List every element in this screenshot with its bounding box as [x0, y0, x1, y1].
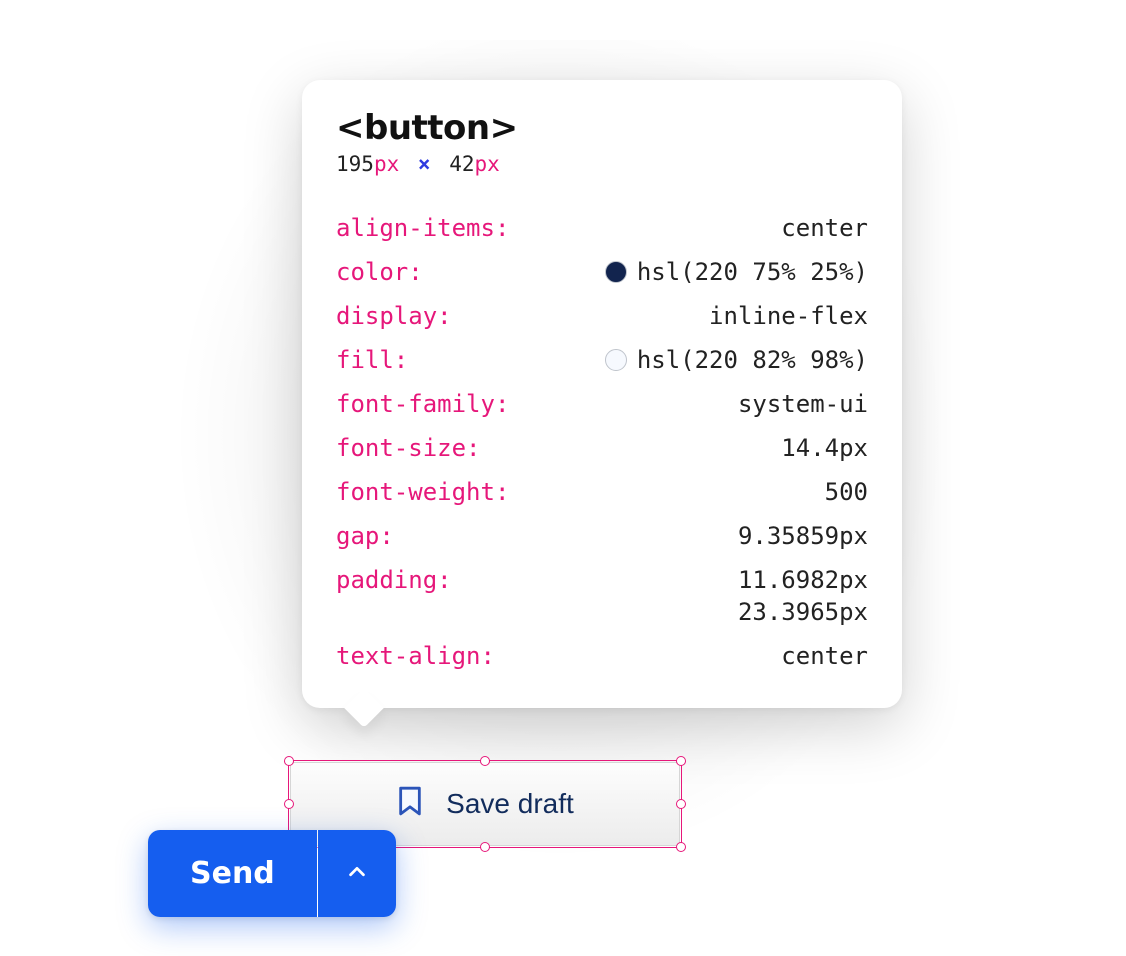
- inspector-property-row: font-family system-ui: [336, 382, 868, 426]
- property-value-line: center: [781, 642, 868, 670]
- property-value-line: hsl(220 82% 98%): [605, 346, 868, 374]
- property-value-line: 11.6982px: [738, 566, 868, 594]
- property-name: text-align: [336, 642, 495, 670]
- property-value-text: inline-flex: [709, 302, 868, 330]
- property-value-text: center: [781, 214, 868, 242]
- inspector-property-row: align-items center: [336, 206, 868, 250]
- property-value: center: [781, 214, 868, 242]
- send-more-options-button[interactable]: [318, 830, 396, 917]
- tooltip-arrow: [344, 688, 384, 728]
- property-value: system-ui: [738, 390, 868, 418]
- property-value-text: 14.4px: [781, 434, 868, 462]
- send-button[interactable]: Send: [148, 830, 317, 917]
- property-value-line: 14.4px: [781, 434, 868, 462]
- save-draft-label: Save draft: [446, 788, 574, 820]
- property-value-text: hsl(220 75% 25%): [637, 258, 868, 286]
- property-value-line: 23.3965px: [738, 598, 868, 626]
- property-value-line: 500: [825, 478, 868, 506]
- inspector-property-row: text-align center: [336, 634, 868, 678]
- css-inspector-tooltip: <button> 195px × 42px align-itemscenterc…: [302, 80, 902, 708]
- inspector-property-row: gap 9.35859px: [336, 514, 868, 558]
- property-value: hsl(220 75% 25%): [605, 258, 868, 286]
- inspector-property-row: font-weight 500: [336, 470, 868, 514]
- property-name: color: [336, 258, 423, 286]
- property-value: hsl(220 82% 98%): [605, 346, 868, 374]
- dimension-width-number: 195: [336, 152, 374, 176]
- property-name: fill: [336, 346, 408, 374]
- property-value: 9.35859px: [738, 522, 868, 550]
- chevron-up-icon: [346, 861, 368, 886]
- property-value: 14.4px: [781, 434, 868, 462]
- color-swatch: [605, 349, 627, 371]
- inspector-header: <button> 195px × 42px: [336, 108, 868, 176]
- property-name: font-weight: [336, 478, 509, 506]
- dimension-width-unit: px: [374, 152, 399, 176]
- inspector-property-row: color hsl(220 75% 25%): [336, 250, 868, 294]
- bookmark-icon: [396, 784, 424, 825]
- property-name: align-items: [336, 214, 509, 242]
- property-value-line: center: [781, 214, 868, 242]
- property-value-text: hsl(220 82% 98%): [637, 346, 868, 374]
- send-button-group: Send: [148, 830, 396, 917]
- inspector-property-row: fill hsl(220 82% 98%): [336, 338, 868, 382]
- property-name: font-family: [336, 390, 509, 418]
- inspector-property-row: padding 11.6982px 23.3965px: [336, 558, 868, 634]
- property-value-text: system-ui: [738, 390, 868, 418]
- property-value: inline-flex: [709, 302, 868, 330]
- property-value: center: [781, 642, 868, 670]
- inspected-element-tag: <button>: [336, 108, 868, 148]
- property-value: 11.6982px 23.3965px: [738, 566, 868, 626]
- property-value-text: 500: [825, 478, 868, 506]
- inspected-element-dimensions: 195px × 42px: [336, 152, 868, 176]
- property-value-text: 11.6982px: [738, 566, 868, 594]
- property-name: font-size: [336, 434, 481, 462]
- property-value-text: 23.3965px: [738, 598, 868, 626]
- property-value: 500: [825, 478, 868, 506]
- inspector-properties-list: align-items center color hsl(220 75% 25%) di…: [336, 206, 868, 678]
- color-swatch: [605, 261, 627, 283]
- property-name: display: [336, 302, 452, 330]
- property-name: padding: [336, 566, 452, 594]
- property-value-line: hsl(220 75% 25%): [605, 258, 868, 286]
- property-value-line: 9.35859px: [738, 522, 868, 550]
- dimension-height-unit: px: [475, 152, 500, 176]
- inspector-property-row: font-size 14.4px: [336, 426, 868, 470]
- property-value-text: 9.35859px: [738, 522, 868, 550]
- property-value-line: system-ui: [738, 390, 868, 418]
- inspector-property-row: display inline-flex: [336, 294, 868, 338]
- dimension-height-number: 42: [449, 152, 474, 176]
- send-label: Send: [190, 856, 275, 891]
- property-value-line: inline-flex: [709, 302, 868, 330]
- dimension-separator: ×: [412, 152, 437, 176]
- property-value-text: center: [781, 642, 868, 670]
- property-name: gap: [336, 522, 394, 550]
